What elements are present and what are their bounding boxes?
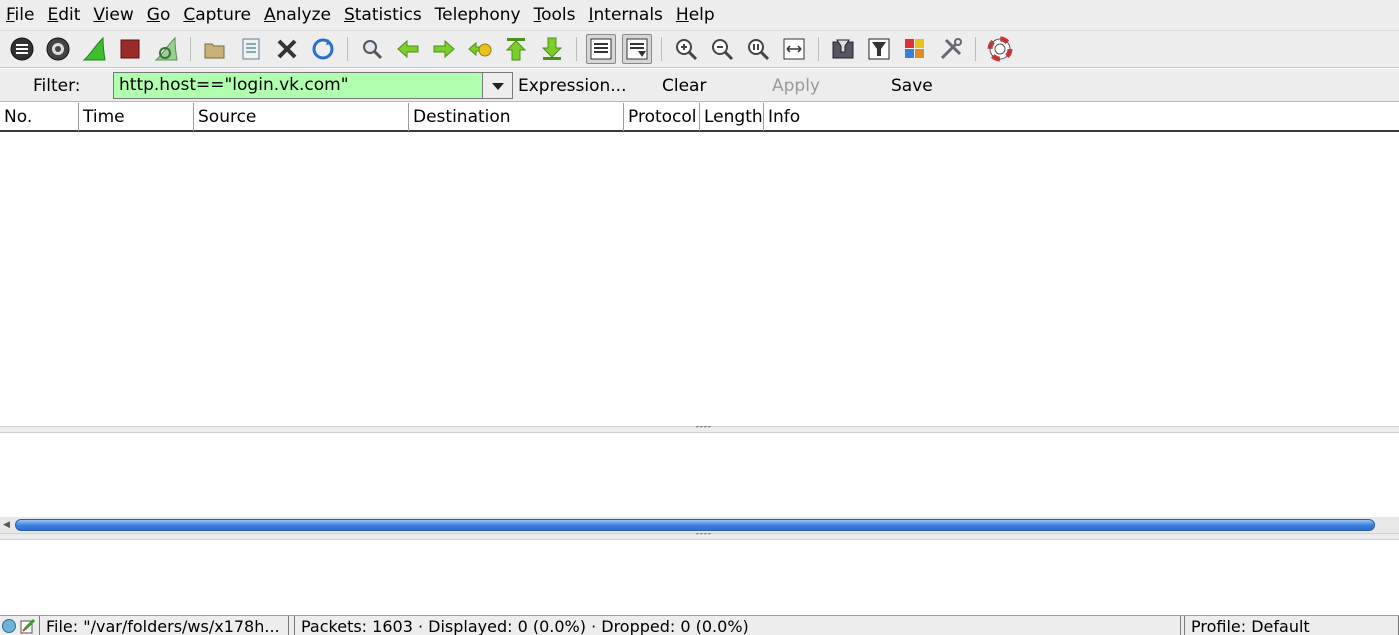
splitter-grip-icon: ″″″″ — [696, 532, 712, 541]
pane-splitter-top[interactable]: ″″″″ — [0, 425, 1399, 434]
normal-size-icon[interactable] — [743, 34, 773, 64]
menu-tools[interactable]: Tools — [534, 5, 583, 25]
go-last-packet-icon[interactable] — [537, 34, 567, 64]
colorize-packet-list-icon[interactable] — [586, 34, 616, 64]
filter-toolbar: Filter: http.host=="login.vk.com" Expres… — [0, 69, 1399, 102]
status-packet-counts: Packets: 1603 · Displayed: 0 (0.0%) · Dr… — [301, 617, 749, 635]
reload-icon[interactable] — [308, 34, 338, 64]
expression-button[interactable]: Expression... — [518, 76, 627, 96]
packet-list-pane[interactable] — [0, 133, 1399, 426]
go-forward-icon[interactable] — [429, 34, 459, 64]
toolbar-separator — [347, 37, 348, 61]
toolbar-separator — [576, 37, 577, 61]
stop-capture-icon[interactable] — [115, 34, 145, 64]
status-file-box: File: "/var/folders/ws/x178h... — [39, 616, 289, 635]
status-file-path: File: "/var/folders/ws/x178h... — [46, 617, 280, 635]
filter-label: Filter: — [33, 76, 81, 96]
capture-options-icon[interactable] — [43, 34, 73, 64]
go-first-packet-icon[interactable] — [501, 34, 531, 64]
status-bar: File: "/var/folders/ws/x178h... Packets:… — [0, 615, 1399, 635]
start-capture-fin-icon[interactable] — [79, 34, 109, 64]
clear-filter-button[interactable]: Clear — [662, 76, 706, 96]
column-header-destination[interactable]: Destination — [409, 103, 624, 131]
menu-help[interactable]: Help — [676, 5, 722, 25]
save-filter-button[interactable]: Save — [891, 76, 933, 96]
scrollbar-thumb[interactable] — [15, 519, 1375, 531]
resize-columns-icon[interactable] — [779, 34, 809, 64]
find-packet-icon[interactable] — [357, 34, 387, 64]
column-header-source[interactable]: Source — [194, 103, 409, 131]
horizontal-scrollbar[interactable]: ◀ — [0, 517, 1399, 533]
menu-capture[interactable]: Capture — [183, 5, 258, 25]
coloring-rules-icon[interactable] — [900, 34, 930, 64]
packet-details-pane[interactable] — [0, 433, 1399, 517]
menu-bar: File Edit View Go Capture Analyze Statis… — [0, 0, 1399, 31]
close-file-icon[interactable] — [272, 34, 302, 64]
toolbar-separator — [190, 37, 191, 61]
column-header-time[interactable]: Time — [79, 103, 194, 131]
toolbar-separator — [818, 37, 819, 61]
status-profile[interactable]: Profile: Default — [1191, 617, 1310, 635]
help-lifebuoy-icon[interactable] — [985, 34, 1015, 64]
go-to-packet-icon[interactable] — [465, 34, 495, 64]
restart-capture-icon[interactable] — [151, 34, 181, 64]
menu-go[interactable]: Go — [147, 5, 178, 25]
menu-statistics[interactable]: Statistics — [344, 5, 429, 25]
toolbar-separator — [975, 37, 976, 61]
display-filter-input[interactable]: http.host=="login.vk.com" — [113, 72, 484, 99]
pane-splitter-bottom[interactable]: ″″″″ — [0, 532, 1399, 541]
open-file-icon[interactable] — [200, 34, 230, 64]
zoom-out-icon[interactable] — [707, 34, 737, 64]
status-profile-box[interactable]: Profile: Default — [1184, 616, 1399, 635]
interfaces-list-icon[interactable] — [7, 34, 37, 64]
splitter-grip-icon: ″″″″ — [696, 425, 712, 434]
column-header-length[interactable]: Length — [700, 103, 764, 131]
main-toolbar — [0, 31, 1399, 68]
menu-view[interactable]: View — [93, 5, 140, 25]
packet-list-header: No. Time Source Destination Protocol Len… — [0, 103, 1399, 132]
packet-bytes-pane[interactable] — [0, 540, 1399, 615]
menu-internals[interactable]: Internals — [589, 5, 670, 25]
column-header-protocol[interactable]: Protocol — [624, 103, 700, 131]
zoom-in-icon[interactable] — [671, 34, 701, 64]
go-back-icon[interactable] — [393, 34, 423, 64]
auto-scroll-icon[interactable] — [622, 34, 652, 64]
status-packets-box: Packets: 1603 · Displayed: 0 (0.0%) · Dr… — [294, 616, 1181, 635]
menu-edit[interactable]: Edit — [47, 5, 87, 25]
apply-filter-button[interactable]: Apply — [772, 76, 820, 96]
toolbar-separator — [661, 37, 662, 61]
column-header-info[interactable]: Info — [764, 103, 1399, 131]
menu-telephony[interactable]: Telephony — [435, 5, 528, 25]
display-filters-icon[interactable] — [864, 34, 894, 64]
filter-history-dropdown[interactable] — [482, 72, 513, 99]
chevron-down-icon — [491, 82, 504, 90]
scroll-left-arrow-icon[interactable]: ◀ — [3, 520, 10, 530]
preferences-icon[interactable] — [936, 34, 966, 64]
menu-analyze[interactable]: Analyze — [264, 5, 338, 25]
capture-filters-icon[interactable] — [828, 34, 858, 64]
column-header-no[interactable]: No. — [0, 103, 79, 131]
menu-file[interactable]: File — [6, 5, 41, 25]
capture-comments-icon[interactable] — [19, 618, 36, 634]
expert-info-icon[interactable] — [1, 618, 17, 634]
save-file-icon[interactable] — [236, 34, 266, 64]
